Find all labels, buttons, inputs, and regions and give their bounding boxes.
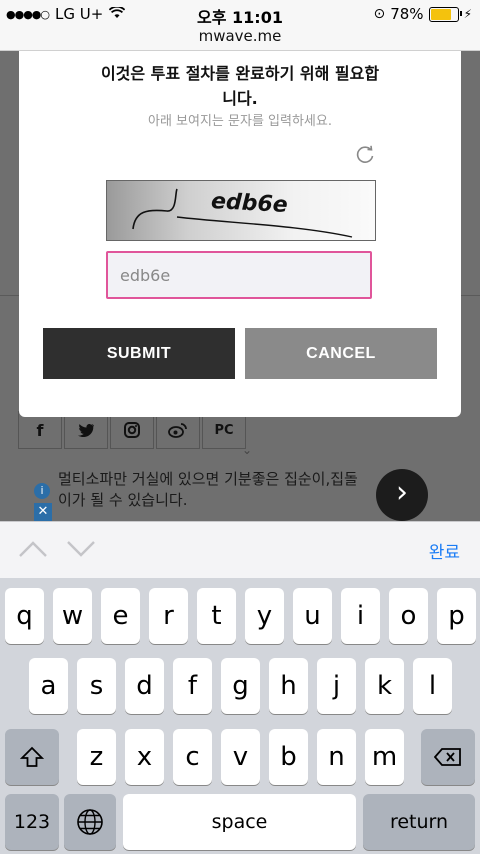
keyboard-accessory-bar: 완료 — [0, 521, 480, 578]
key-o[interactable]: o — [389, 588, 428, 644]
status-bar: ●●●●○ LG U+ 오후 11:01 ⊙ 78% ⚡ mwave.me — [0, 0, 480, 51]
key-y[interactable]: y — [245, 588, 284, 644]
captcha-dialog: 이것은 투표 절차를 완료하기 위해 필요합니다. 아래 보여지는 문자를 입력… — [19, 51, 461, 417]
key-r[interactable]: r — [149, 588, 188, 644]
return-key[interactable]: return — [363, 794, 475, 850]
ad-arrow-button[interactable]: › — [376, 469, 428, 521]
ad-text: 멀티소파만 거실에 있으면 기분좋은 집순이,집돌이가 될 수 있습니다. — [58, 470, 358, 509]
refresh-icon[interactable] — [354, 144, 376, 166]
key-e[interactable]: e — [101, 588, 140, 644]
space-key[interactable]: space — [123, 794, 356, 850]
key-d[interactable]: d — [125, 658, 164, 714]
captcha-input[interactable] — [106, 251, 372, 299]
globe-key[interactable] — [64, 794, 116, 850]
key-h[interactable]: h — [269, 658, 308, 714]
done-button[interactable]: 완료 — [429, 538, 460, 563]
url-bar[interactable]: mwave.me — [0, 27, 480, 45]
key-b[interactable]: b — [269, 729, 308, 785]
ad-info-icon[interactable]: i — [34, 483, 50, 499]
cancel-button[interactable]: CANCEL — [245, 328, 437, 379]
key-l[interactable]: l — [413, 658, 452, 714]
key-c[interactable]: c — [173, 729, 212, 785]
key-s[interactable]: s — [77, 658, 116, 714]
battery-percent: 78% — [390, 5, 424, 23]
previous-field-icon[interactable] — [18, 536, 48, 560]
captcha-text: edb6e — [210, 189, 289, 218]
dialog-subtitle: 아래 보여지는 문자를 입력하세요. — [148, 114, 332, 129]
battery-icon — [428, 6, 462, 22]
battery-group: ⊙ 78% ⚡ — [373, 5, 472, 23]
key-i[interactable]: i — [341, 588, 380, 644]
delete-key[interactable] — [421, 729, 475, 785]
shift-key[interactable] — [5, 729, 59, 785]
captcha-image: edb6e — [106, 180, 376, 241]
rotation-lock-icon: ⊙ — [373, 6, 386, 22]
key-x[interactable]: x — [125, 729, 164, 785]
key-v[interactable]: v — [221, 729, 260, 785]
next-field-icon[interactable] — [66, 536, 96, 560]
key-n[interactable]: n — [317, 729, 356, 785]
charging-icon: ⚡ — [463, 7, 472, 21]
ad-banner[interactable]: i ✕ 멀티소파만 거실에 있으면 기분좋은 집순이,집돌이가 될 수 있습니다… — [34, 463, 444, 523]
dialog-title: 이것은 투표 절차를 완료하기 위해 필요합니다. — [100, 64, 380, 108]
key-f[interactable]: f — [173, 658, 212, 714]
keyboard: qwertyuiop asdfghjkl zxcvbnm 123 space ret… — [0, 578, 480, 854]
key-t[interactable]: t — [197, 588, 236, 644]
numbers-key[interactable]: 123 — [5, 794, 59, 850]
key-u[interactable]: u — [293, 588, 332, 644]
key-p[interactable]: p — [437, 588, 476, 644]
key-a[interactable]: a — [29, 658, 68, 714]
submit-button[interactable]: SUBMIT — [43, 328, 235, 379]
key-q[interactable]: q — [5, 588, 44, 644]
key-z[interactable]: z — [77, 729, 116, 785]
chevron-down-icon: ⌄ — [241, 443, 253, 457]
key-w[interactable]: w — [53, 588, 92, 644]
ad-close-icon[interactable]: ✕ — [34, 503, 52, 521]
key-j[interactable]: j — [317, 658, 356, 714]
key-m[interactable]: m — [365, 729, 404, 785]
key-k[interactable]: k — [365, 658, 404, 714]
key-g[interactable]: g — [221, 658, 260, 714]
